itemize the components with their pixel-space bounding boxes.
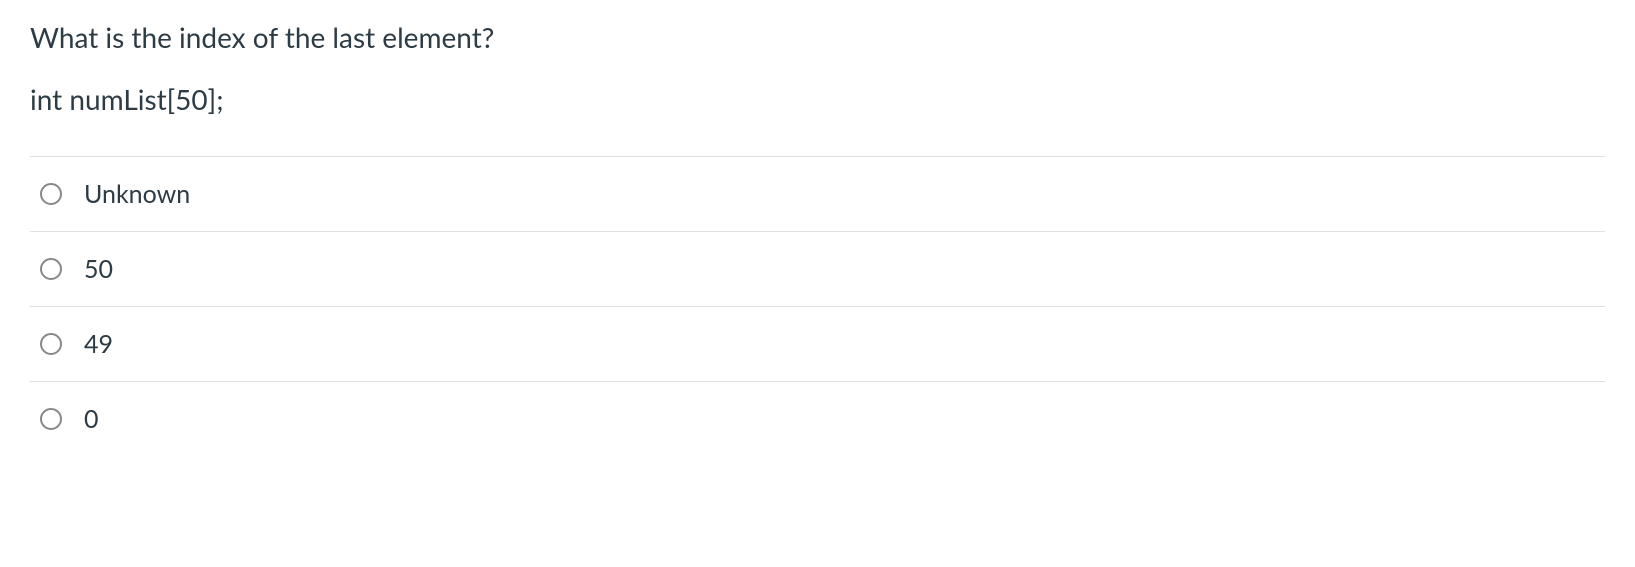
radio-icon[interactable]	[40, 183, 62, 205]
option-label: 50	[84, 254, 113, 284]
quiz-question: What is the index of the last element? i…	[30, 20, 1605, 456]
radio-icon[interactable]	[40, 408, 62, 430]
question-prompt: What is the index of the last element?	[30, 20, 1605, 54]
option-label: 49	[84, 329, 113, 359]
option-label: 0	[84, 404, 99, 434]
radio-icon[interactable]	[40, 333, 62, 355]
option-row[interactable]: Unknown	[30, 157, 1605, 232]
option-row[interactable]: 50	[30, 232, 1605, 307]
option-row[interactable]: 49	[30, 307, 1605, 382]
options-list: Unknown 50 49 0	[30, 156, 1605, 456]
option-label: Unknown	[84, 179, 190, 209]
option-row[interactable]: 0	[30, 382, 1605, 456]
question-code: int numList[50];	[30, 82, 1605, 116]
radio-icon[interactable]	[40, 258, 62, 280]
